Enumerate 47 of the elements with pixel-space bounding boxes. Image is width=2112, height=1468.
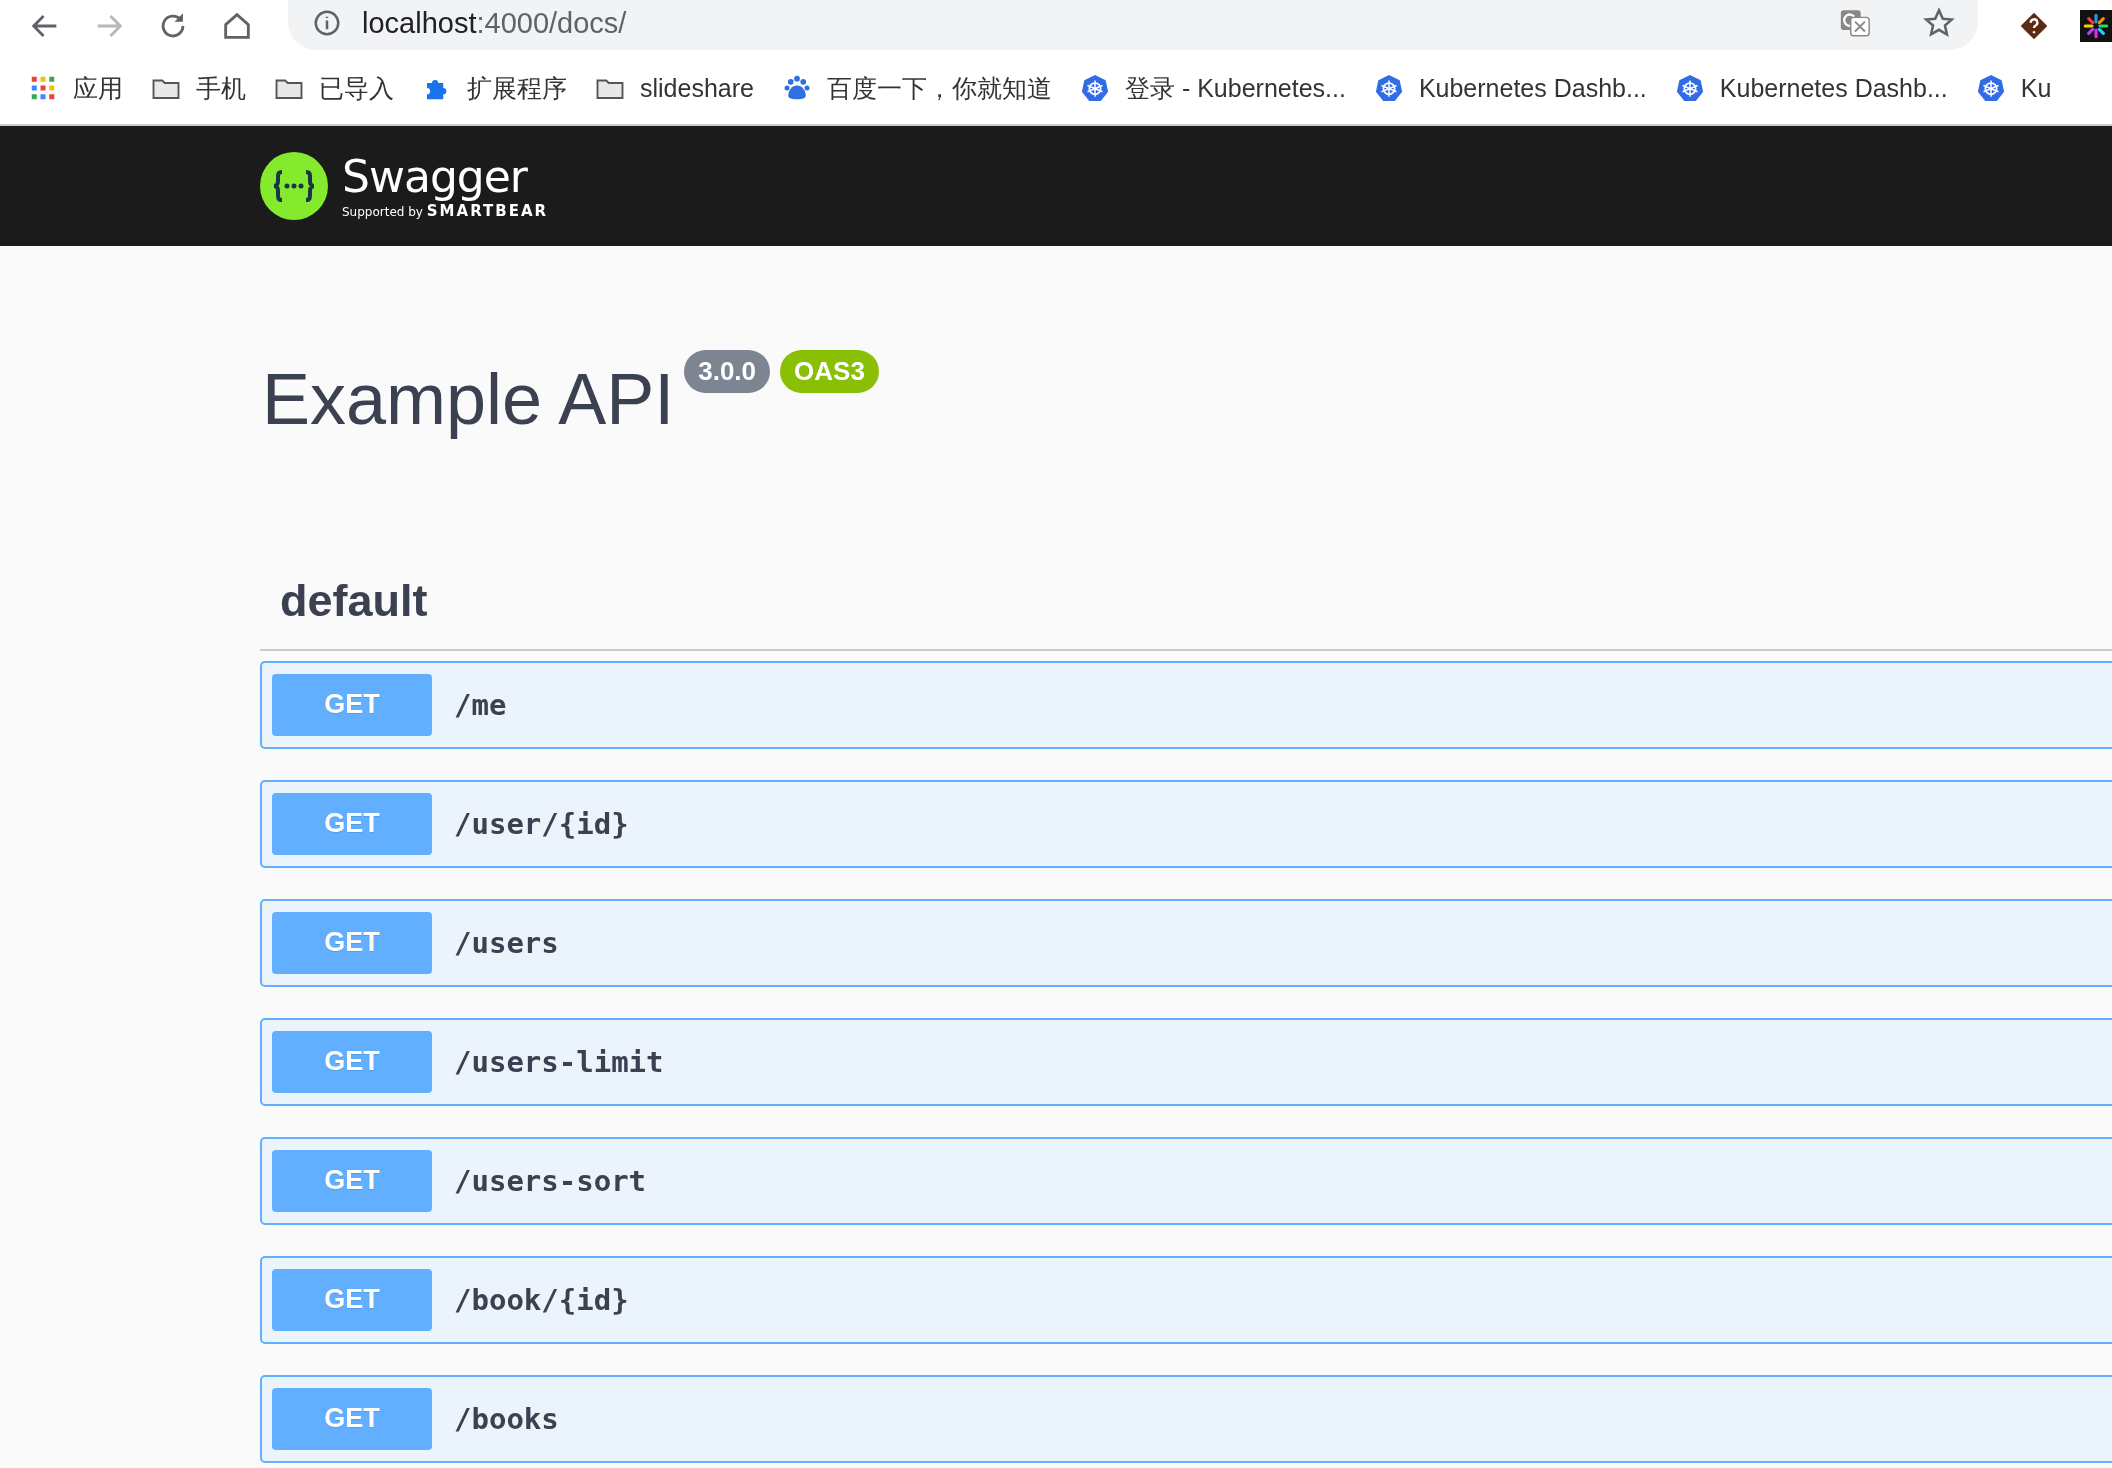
colorful-burst-icon[interactable] <box>2080 10 2112 42</box>
version-badge: 3.0.0 <box>684 350 771 393</box>
section-heading[interactable]: default <box>260 572 2112 651</box>
bookmark-link[interactable]: 已导入 <box>319 71 394 105</box>
bookmark-link[interactable]: 扩展程序 <box>467 71 567 105</box>
endpoint-path: /books <box>454 1401 559 1436</box>
endpoint-path: /users-sort <box>454 1163 647 1198</box>
endpoint-row[interactable]: GET /me <box>260 660 2112 749</box>
address-bar[interactable]: localhost:4000/docs/ <box>288 0 1978 50</box>
bookmark-link[interactable]: 百度一下，你就知道 <box>826 71 1052 105</box>
method-badge: GET <box>272 1387 432 1450</box>
bookmark-link[interactable]: Kubernetes Dashb... <box>1719 73 1948 103</box>
method-badge: GET <box>272 911 432 974</box>
method-badge: GET <box>272 792 432 855</box>
endpoint-path: /me <box>454 687 507 722</box>
endpoint-row[interactable]: GET /book/{id} <box>260 1255 2112 1344</box>
helm-wheel-icon[interactable] <box>1674 73 1705 103</box>
helm-wheel-icon[interactable] <box>1373 73 1404 103</box>
spec-badge: OAS3 <box>780 350 879 393</box>
bookmark-link[interactable]: Kubernetes Dashb... <box>1418 73 1647 103</box>
endpoint-row[interactable]: GET /users <box>260 898 2112 987</box>
swagger-logo-icon[interactable] <box>260 152 328 220</box>
endpoint-path: /user/{id} <box>454 806 629 841</box>
bookmark-link[interactable]: slideshare <box>640 73 754 103</box>
endpoint-path: /users-limit <box>454 1044 664 1079</box>
endpoint-row[interactable]: GET /books <box>260 1374 2112 1463</box>
endpoint-row[interactable]: GET /users-limit <box>260 1017 2112 1106</box>
tagline: Supported by SMARTBEAR <box>342 202 549 220</box>
method-badge: GET <box>272 673 432 736</box>
endpoint-row[interactable]: GET /user/{id} <box>260 779 2112 868</box>
bookmark-link[interactable]: 手机 <box>196 71 246 105</box>
method-badge: GET <box>272 1268 432 1331</box>
info-icon[interactable] <box>312 8 342 38</box>
bookmark-link[interactable]: 应用 <box>73 71 123 105</box>
method-badge: GET <box>272 1030 432 1093</box>
method-badge: GET <box>272 1149 432 1212</box>
bookmark-link[interactable]: 登录 - Kubernetes... <box>1124 71 1346 105</box>
star-icon[interactable] <box>1922 6 1956 40</box>
endpoint-row[interactable]: GET /users-sort <box>260 1136 2112 1225</box>
question-diamond-icon[interactable] <box>2018 10 2050 42</box>
bookmark-link[interactable]: Ku <box>2020 73 2052 103</box>
helm-wheel-icon[interactable] <box>1079 73 1110 103</box>
api-title: Example API <box>261 358 675 441</box>
endpoint-path: /book/{id} <box>454 1282 629 1317</box>
helm-wheel-icon[interactable] <box>1975 73 2006 103</box>
url-text: localhost:4000/docs/ <box>362 6 627 40</box>
endpoint-path: /users <box>454 925 559 960</box>
